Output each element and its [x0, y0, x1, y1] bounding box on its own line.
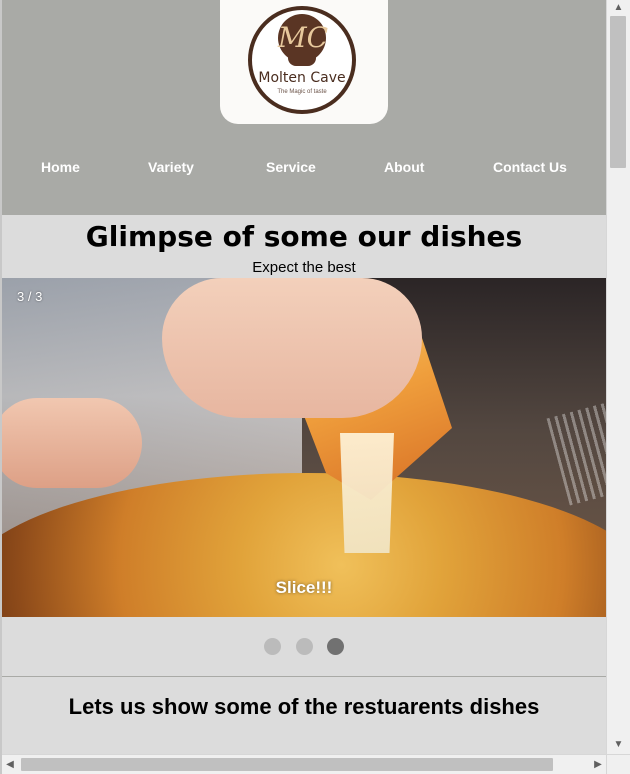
slide-caption: Slice!!! — [275, 578, 333, 597]
gallery-title: Glimpse of some our dishes — [85, 220, 523, 253]
logo-badge: MC Molten Cave The Magic of taste — [248, 6, 356, 114]
chevron-left-icon[interactable]: ◀ — [2, 755, 18, 774]
chevron-up-icon[interactable]: ▲ — [607, 0, 630, 16]
main-nav: Home Variety Service About Contact Us — [2, 157, 606, 181]
dishes-heading: Lets us show some of the restuarents dis… — [68, 694, 540, 719]
horizontal-scrollbar[interactable]: ◀ ▶ — [2, 754, 606, 774]
hand-image — [162, 278, 422, 418]
logo-monogram: MC — [278, 14, 328, 62]
slide-dot-3[interactable] — [326, 638, 344, 655]
site-header: MC Molten Cave The Magic of taste Home V… — [2, 0, 606, 215]
page-viewport: MC Molten Cave The Magic of taste Home V… — [2, 0, 606, 754]
brand-name: Molten Cave — [258, 70, 346, 86]
nav-contact-us[interactable]: Contact Us — [493, 157, 567, 177]
slide-dot-2[interactable] — [295, 638, 313, 655]
chevron-right-icon[interactable]: ▶ — [590, 755, 606, 774]
logo-card[interactable]: MC Molten Cave The Magic of taste — [220, 0, 388, 124]
gallery-subtitle: Expect the best — [252, 259, 356, 276]
slide-dot-1[interactable] — [264, 638, 282, 655]
scrollbar-corner — [606, 754, 630, 774]
second-hand-image — [2, 398, 142, 488]
slide-dots — [2, 638, 606, 656]
vertical-scroll-thumb[interactable] — [610, 16, 626, 168]
vertical-scrollbar[interactable]: ▲ ▼ — [606, 0, 630, 754]
nav-service[interactable]: Service — [266, 157, 316, 177]
horizontal-scroll-thumb[interactable] — [21, 758, 553, 771]
nav-about[interactable]: About — [384, 157, 424, 177]
slide-counter: 3 / 3 — [17, 289, 43, 304]
chevron-down-icon[interactable]: ▼ — [607, 737, 630, 753]
nav-variety[interactable]: Variety — [148, 157, 194, 177]
brand-tagline: The Magic of taste — [277, 89, 327, 95]
logo-drip-graphic — [288, 56, 316, 66]
nav-home[interactable]: Home — [41, 157, 80, 177]
slideshow-image[interactable]: 3 / 3 Slice!!! — [2, 278, 606, 617]
section-divider — [2, 676, 606, 677]
